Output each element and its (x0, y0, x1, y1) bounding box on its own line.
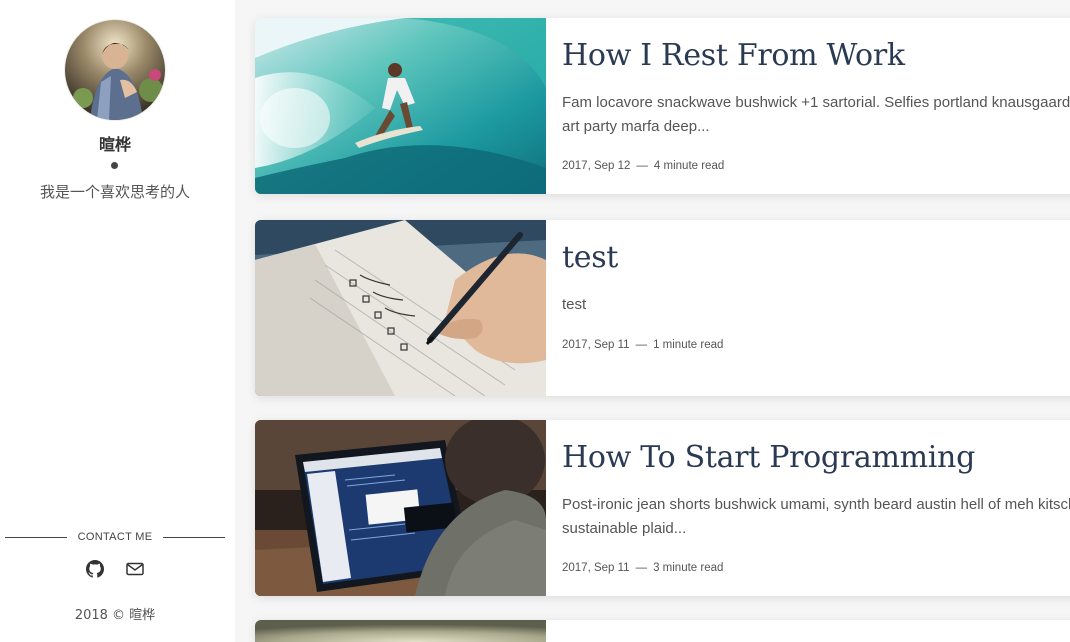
post-card[interactable]: How I Rest From Work Fam locavore snackw… (255, 18, 1070, 194)
mail-icon[interactable] (126, 560, 144, 578)
post-card[interactable]: test test 2017, Sep 11 — 1 minute read (255, 220, 1070, 396)
excerpt-line: art party marfa deep... (562, 118, 710, 135)
post-meta: 2017, Sep 12 — 4 minute read (562, 160, 724, 172)
post-date: 2017, Sep 12 (562, 160, 631, 172)
github-icon[interactable] (86, 560, 104, 578)
post-excerpt: Fam locavore snackwave bushwick +1 sarto… (562, 91, 1070, 139)
divider-line-right (163, 536, 225, 538)
post-card[interactable]: How To Start Programming Post-ironic jea… (255, 420, 1070, 596)
post-meta: 2017, Sep 11 — 3 minute read (562, 562, 723, 574)
excerpt-line: sustainable plaid... (562, 520, 687, 537)
copyright-text: 2018 © 暄桦 (74, 608, 156, 623)
avatar[interactable] (65, 20, 165, 120)
excerpt-line: test (562, 296, 587, 313)
meta-separator: — (636, 160, 648, 172)
post-title[interactable]: How To Start Programming (562, 440, 975, 475)
post-title[interactable]: test (562, 240, 618, 275)
contact-heading: CONTACT ME (5, 528, 225, 546)
meta-separator: — (635, 562, 648, 574)
post-excerpt: Post-ironic jean shorts bushwick umami, … (562, 493, 1070, 541)
post-thumbnail-laptop[interactable] (255, 420, 546, 596)
post-read-time: 4 minute read (653, 160, 725, 172)
post-meta: 2017, Sep 11 — 1 minute read (562, 339, 723, 351)
social-links (0, 560, 230, 578)
excerpt-line: Fam locavore snackwave bushwick +1 sarto… (562, 94, 1070, 111)
sidebar: 暄桦 我是一个喜欢思考的人 CONTACT ME 2018 © 暄桦 (0, 0, 235, 642)
divider-line-left (5, 536, 67, 538)
post-excerpt: test (562, 293, 1070, 317)
author-name: 暄桦 (98, 135, 131, 154)
meta-separator: — (635, 339, 648, 351)
post-date: 2017, Sep 11 (562, 339, 630, 351)
post-thumbnail-surfer[interactable] (255, 18, 546, 194)
post-date: 2017, Sep 11 (562, 562, 630, 574)
post-card-partial[interactable] (255, 620, 1070, 642)
post-read-time: 3 minute read (653, 562, 724, 574)
author-separator-dot (111, 162, 118, 169)
contact-label: CONTACT ME (77, 531, 153, 543)
post-title[interactable]: How I Rest From Work (562, 38, 905, 73)
post-thumbnail-notebook[interactable] (255, 220, 546, 396)
post-read-time: 1 minute read (653, 339, 724, 351)
excerpt-line: Post-ironic jean shorts bushwick umami, … (562, 496, 1070, 513)
author-bio: 我是一个喜欢思考的人 (39, 183, 190, 201)
post-thumbnail-partial[interactable] (255, 620, 546, 642)
